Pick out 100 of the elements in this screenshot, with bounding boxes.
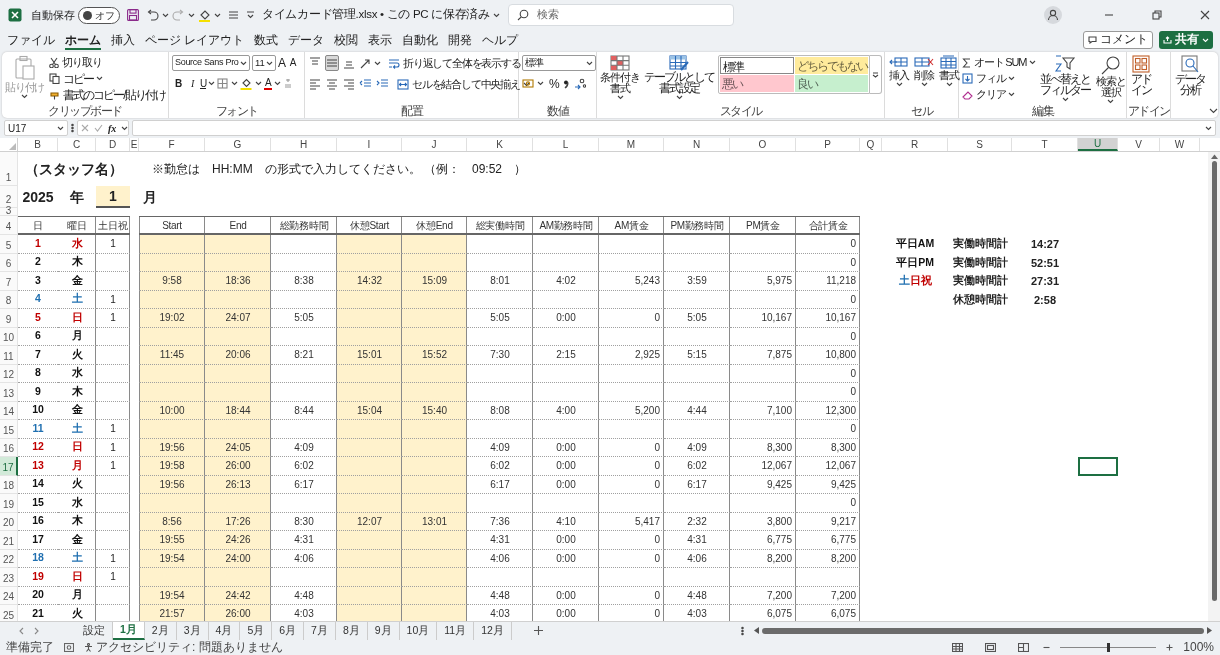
insert-function-button[interactable]: fx xyxy=(108,120,117,136)
add-sheet-icon[interactable] xyxy=(533,626,543,635)
collapse-ribbon-icon[interactable] xyxy=(1208,108,1218,114)
autosum-button[interactable]: オート SUM xyxy=(962,55,1037,70)
previous-sheet-icon[interactable] xyxy=(18,626,24,635)
column-header[interactable]: G xyxy=(205,138,271,151)
more-options-icon[interactable] xyxy=(741,625,744,636)
menu-tab[interactable]: 校閲 xyxy=(334,30,359,50)
scrollbar-thumb[interactable] xyxy=(762,627,1204,634)
cancel-icon[interactable] xyxy=(81,124,89,132)
row-header[interactable]: 1 xyxy=(0,152,18,186)
redo-icon[interactable] xyxy=(172,9,185,21)
phonetic-icon[interactable] xyxy=(282,78,293,89)
grow-font-button[interactable]: A xyxy=(278,56,288,70)
table-cell[interactable]: 11:45 xyxy=(139,346,205,365)
format-cells-button[interactable]: 書式 xyxy=(938,55,960,87)
column-header[interactable]: N xyxy=(664,138,730,151)
save-icon[interactable] xyxy=(127,9,139,21)
accessibility-button[interactable]: アクセシビリティ: 問題ありません xyxy=(84,638,283,655)
format-painter-button[interactable]: 書式のコピー/貼り付け xyxy=(49,87,165,102)
share-button[interactable]: 共有 xyxy=(1159,31,1213,49)
menu-tab[interactable]: ファイル xyxy=(7,30,55,50)
normal-view-icon[interactable] xyxy=(952,642,964,652)
copy-button[interactable]: コピー xyxy=(49,71,165,86)
undo-icon[interactable] xyxy=(146,9,159,21)
table-cell[interactable]: 19:55 xyxy=(139,531,205,550)
page-break-view-icon[interactable] xyxy=(1018,642,1030,652)
row-header[interactable]: 4 xyxy=(0,216,18,235)
more-options-icon[interactable] xyxy=(71,123,74,133)
wrap-text-button[interactable]: 折り返して全体を表示する xyxy=(388,55,521,71)
formula-input[interactable] xyxy=(132,120,1216,136)
add-ins-button[interactable]: アドイン xyxy=(1130,55,1151,96)
sheet-tab[interactable]: 10月 xyxy=(399,621,438,640)
table-cell[interactable]: 14:32 xyxy=(337,272,402,291)
italic-button[interactable]: I xyxy=(186,76,198,91)
conditional-formatting-button[interactable]: 条件付き書式 xyxy=(600,55,640,100)
row-header[interactable]: 19 xyxy=(0,494,18,513)
column-header[interactable]: V xyxy=(1118,138,1160,151)
align-left-button[interactable] xyxy=(308,76,322,92)
scroll-right-icon[interactable] xyxy=(1207,627,1212,634)
merge-center-button[interactable]: セルを結合して中央揃え xyxy=(397,76,530,92)
name-box[interactable]: U17 xyxy=(4,120,68,136)
zoom-slider-thumb[interactable] xyxy=(1107,642,1111,652)
vertical-scrollbar[interactable] xyxy=(1208,152,1220,621)
shrink-font-button[interactable]: A xyxy=(289,56,299,70)
menu-tab[interactable]: 表示 xyxy=(368,30,393,50)
cell-style-option[interactable]: 良い xyxy=(794,75,868,92)
sheet-tab[interactable]: 6月 xyxy=(272,621,305,640)
table-cell[interactable]: 20:06 xyxy=(205,346,271,365)
zoom-slider[interactable] xyxy=(1060,642,1157,652)
gallery-more-button[interactable] xyxy=(870,55,882,94)
row-header[interactable]: 11 xyxy=(0,346,18,365)
fill-button[interactable]: フィル xyxy=(962,71,1037,86)
row-header[interactable]: 15 xyxy=(0,420,18,439)
row-header[interactable]: 23 xyxy=(0,568,18,587)
column-header[interactable]: M xyxy=(599,138,664,151)
font-size-dropdown[interactable]: 11 xyxy=(252,55,276,71)
horizontal-scrollbar[interactable] xyxy=(754,625,1212,636)
scrollbar-thumb[interactable] xyxy=(1211,161,1217,601)
column-header[interactable]: C xyxy=(58,138,96,151)
column-header[interactable]: I xyxy=(337,138,402,151)
scroll-up-icon[interactable] xyxy=(1210,154,1218,159)
column-header[interactable]: H xyxy=(271,138,337,151)
font-name-dropdown[interactable]: Source Sans Pro xyxy=(172,55,250,71)
table-cell[interactable]: 15:09 xyxy=(402,272,467,291)
font-color-button[interactable]: A xyxy=(264,77,281,90)
comment-button[interactable]: コメント xyxy=(1083,31,1153,49)
table-cell[interactable]: 19:58 xyxy=(139,457,205,476)
column-header[interactable]: D xyxy=(96,138,130,151)
comma-style-icon[interactable] xyxy=(563,78,570,89)
column-header[interactable]: S xyxy=(948,138,1012,151)
fill-color-button[interactable] xyxy=(240,76,263,91)
table-cell[interactable]: 24:26 xyxy=(205,531,271,550)
sheet-tab[interactable]: 9月 xyxy=(367,621,400,640)
table-cell[interactable]: 21:57 xyxy=(139,605,205,621)
row-header[interactable]: 9 xyxy=(0,309,18,328)
close-icon[interactable] xyxy=(1200,10,1210,20)
search-field[interactable]: 検索 xyxy=(508,4,734,26)
table-cell[interactable]: 24:07 xyxy=(205,309,271,328)
data-analysis-button[interactable]: データ分析 xyxy=(1174,55,1205,96)
table-cell[interactable]: 15:52 xyxy=(402,346,467,365)
column-header[interactable]: Q xyxy=(860,138,882,151)
sheet-tab[interactable]: 1月 xyxy=(113,621,145,640)
row-header[interactable]: 25 xyxy=(0,605,18,621)
table-cell[interactable]: 18:36 xyxy=(205,272,271,291)
macro-recording-icon[interactable] xyxy=(64,642,74,652)
cell-style-option[interactable]: 悪い xyxy=(720,75,794,92)
column-header[interactable]: L xyxy=(533,138,599,151)
column-header[interactable]: J xyxy=(402,138,467,151)
zoom-in-icon[interactable] xyxy=(1166,643,1174,651)
row-header[interactable]: 17 xyxy=(0,457,18,476)
menu-tab[interactable]: データ xyxy=(288,30,325,50)
autosave-toggle[interactable]: オフ xyxy=(78,6,120,24)
align-right-button[interactable] xyxy=(342,76,356,92)
sheet-tab[interactable]: 2月 xyxy=(144,621,177,640)
currency-format-button[interactable] xyxy=(522,76,544,91)
column-header[interactable]: E xyxy=(130,138,139,151)
clear-button[interactable]: クリア xyxy=(962,87,1037,102)
table-cell[interactable]: 9:58 xyxy=(139,272,205,291)
scroll-left-icon[interactable] xyxy=(754,627,759,634)
